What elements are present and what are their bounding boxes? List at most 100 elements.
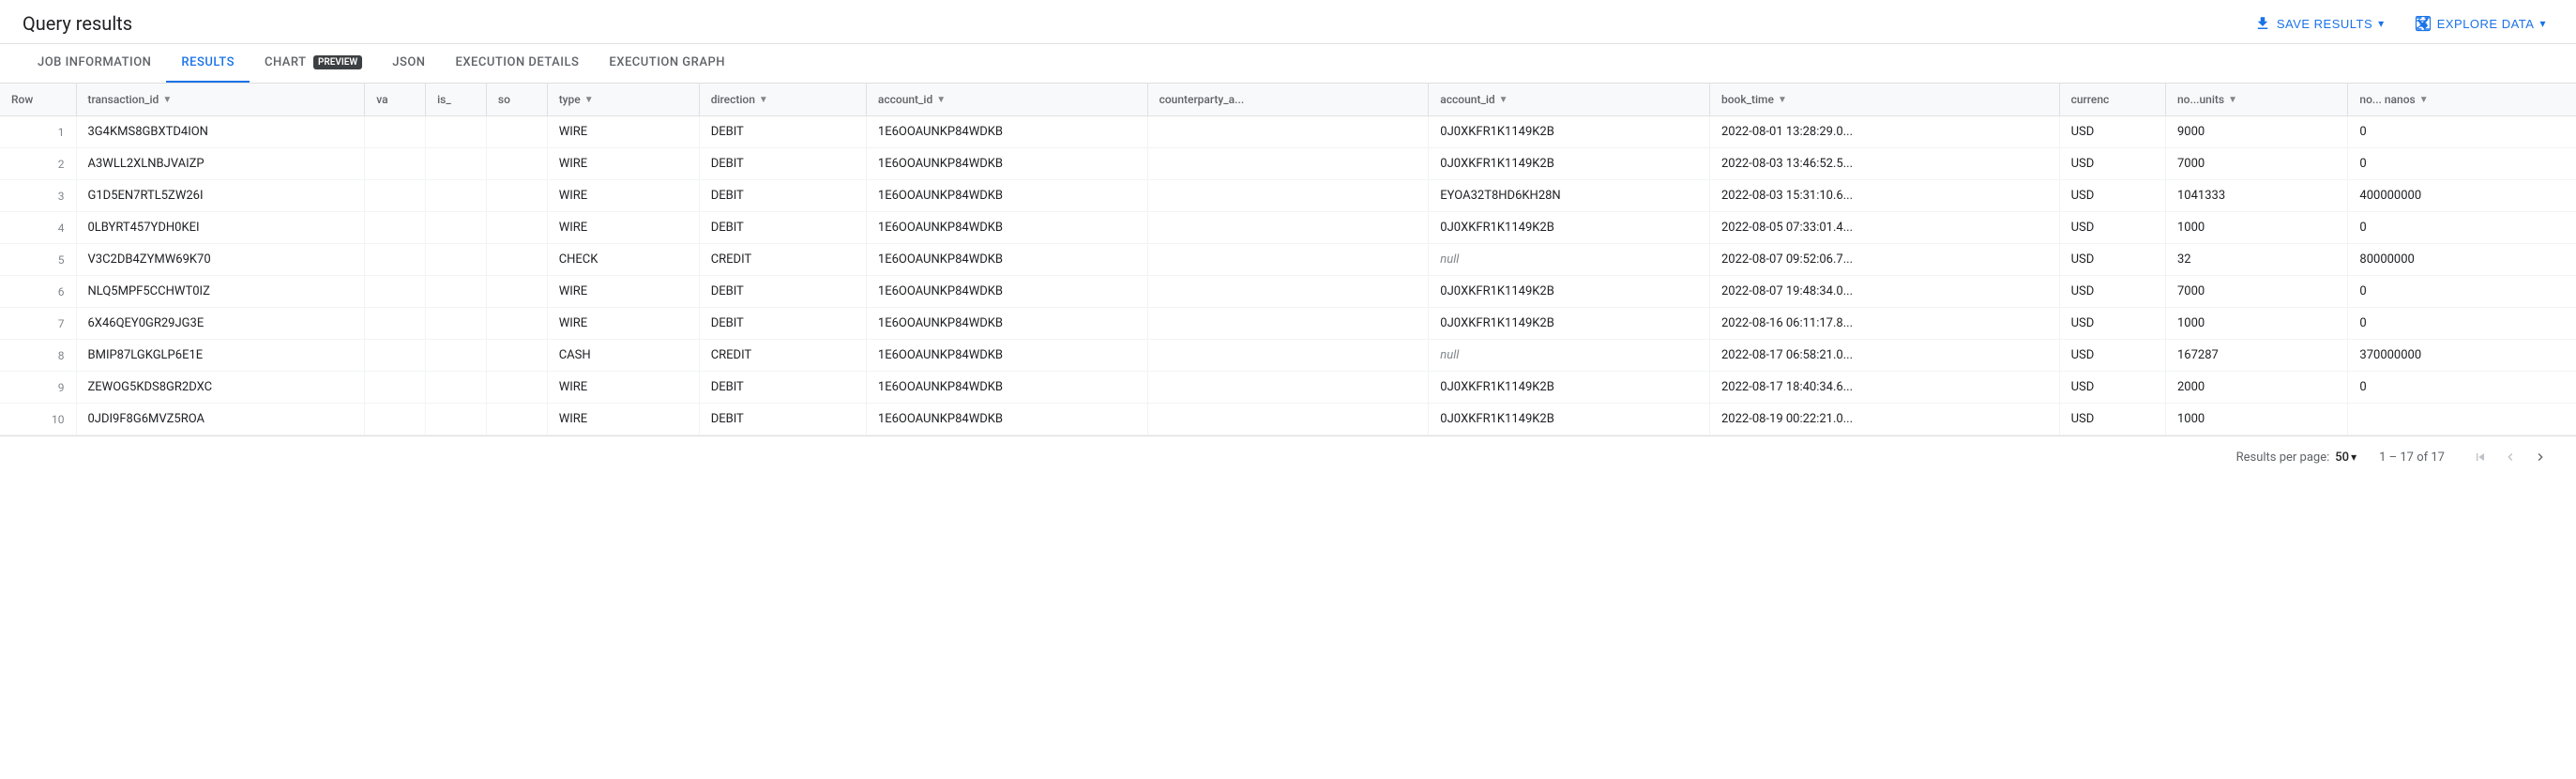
table-row: 76X46QEY0GR29JG3EWIREDEBIT1E6OOAUNKP84WD…: [0, 308, 2576, 340]
table-cell: USD: [2059, 212, 2165, 244]
explore-data-button[interactable]: EXPLORE DATA ▾: [2407, 11, 2553, 36]
table-cell: USD: [2059, 404, 2165, 435]
col-header-currency: currenc: [2059, 84, 2165, 116]
table-cell: DEBIT: [699, 148, 866, 180]
table-cell: [1147, 308, 1429, 340]
resize-handle-direction[interactable]: [862, 84, 866, 115]
tab-json[interactable]: JSON: [377, 44, 440, 83]
table-cell: USD: [2059, 308, 2165, 340]
tab-chart[interactable]: CHART PREVIEW: [250, 44, 377, 83]
table-cell: 2022-08-19 00:22:21.0...: [1710, 404, 2060, 435]
table-cell: USD: [2059, 148, 2165, 180]
col-header-cp-account-id[interactable]: account_id ▼: [1429, 84, 1710, 116]
tab-results[interactable]: RESULTS: [166, 44, 250, 83]
table-cell: [1147, 372, 1429, 404]
table-row: 2A3WLL2XLNBJVAIZPWIREDEBIT1E6OOAUNKP84WD…: [0, 148, 2576, 180]
col-header-type[interactable]: type ▼: [547, 84, 699, 116]
table-cell: [1147, 212, 1429, 244]
save-results-icon: [2254, 15, 2271, 32]
table-cell: [486, 148, 547, 180]
table-container: Row transaction_id ▼ va is_ so: [0, 84, 2576, 435]
table-cell: 1E6OOAUNKP84WDKB: [866, 372, 1147, 404]
table-row: 100JDI9F8G6MVZ5ROAWIREDEBIT1E6OOAUNKP84W…: [0, 404, 2576, 435]
resize-handle-is[interactable]: [482, 84, 486, 115]
page-header: Query results SAVE RESULTS ▾ EXPLORE DAT…: [0, 0, 2576, 44]
table-cell: 1: [0, 116, 76, 148]
table-cell: 1000: [2166, 308, 2348, 340]
table-cell: 1000: [2166, 404, 2348, 435]
tab-job-information[interactable]: JOB INFORMATION: [23, 44, 166, 83]
col-header-no-nanos[interactable]: no... nanos ▼: [2348, 84, 2576, 116]
table-cell: 1E6OOAUNKP84WDKB: [866, 404, 1147, 435]
col-header-row: Row: [0, 84, 76, 116]
table-cell: 370000000: [2348, 340, 2576, 372]
table-cell: 0J0XKFR1K1149K2B: [1429, 212, 1710, 244]
table-cell: 1041333: [2166, 180, 2348, 212]
col-header-so: so: [486, 84, 547, 116]
resize-handle-no-nanos[interactable]: [2572, 84, 2576, 115]
col-header-direction[interactable]: direction ▼: [699, 84, 866, 116]
resize-handle-account-id[interactable]: [1144, 84, 1147, 115]
col-header-account-id[interactable]: account_id ▼: [866, 84, 1147, 116]
rows-per-page: Results per page: 50 ▾: [2236, 451, 2356, 465]
table-cell: A3WLL2XLNBJVAIZP: [76, 148, 365, 180]
save-results-button[interactable]: SAVE RESULTS ▾: [2247, 11, 2392, 36]
table-row: 5V3C2DB4ZYMW69K70CHECKCREDIT1E6OOAUNKP84…: [0, 244, 2576, 276]
table-cell: DEBIT: [699, 372, 866, 404]
table-cell: [426, 308, 487, 340]
resize-handle-type[interactable]: [695, 84, 699, 115]
table-cell: DEBIT: [699, 212, 866, 244]
table-cell: [1147, 340, 1429, 372]
sort-icon-direction: ▼: [759, 95, 768, 105]
table-cell: 0: [2348, 276, 2576, 308]
table-cell: WIRE: [547, 404, 699, 435]
table-cell: V3C2DB4ZYMW69K70: [76, 244, 365, 276]
resize-handle-counterparty-a[interactable]: [1424, 84, 1428, 115]
col-header-transaction-id[interactable]: transaction_id ▼: [76, 84, 365, 116]
col-header-no-units[interactable]: no...units ▼: [2166, 84, 2348, 116]
next-page-icon: [2533, 450, 2548, 465]
table-cell: 0J0XKFR1K1149K2B: [1429, 148, 1710, 180]
table-cell: WIRE: [547, 372, 699, 404]
resize-handle-cp-account-id[interactable]: [1705, 84, 1709, 115]
results-table: Row transaction_id ▼ va is_ so: [0, 84, 2576, 435]
resize-handle-book-time[interactable]: [2055, 84, 2059, 115]
next-page-button[interactable]: [2527, 444, 2553, 470]
table-cell: 6X46QEY0GR29JG3E: [76, 308, 365, 340]
table-cell: [426, 372, 487, 404]
table-cell: 1E6OOAUNKP84WDKB: [866, 148, 1147, 180]
table-cell: [486, 180, 547, 212]
table-row: 3G1D5EN7RTL5ZW26IWIREDEBIT1E6OOAUNKP84WD…: [0, 180, 2576, 212]
table-cell: 0JDI9F8G6MVZ5ROA: [76, 404, 365, 435]
table-cell: DEBIT: [699, 276, 866, 308]
col-header-is: is_: [426, 84, 487, 116]
table-cell: 2022-08-03 15:31:10.6...: [1710, 180, 2060, 212]
resize-handle-no-units[interactable]: [2343, 84, 2347, 115]
table-cell: [365, 148, 426, 180]
table-cell: [426, 340, 487, 372]
table-cell: [486, 276, 547, 308]
first-page-button[interactable]: [2467, 444, 2493, 470]
table-cell: 0: [2348, 148, 2576, 180]
table-cell: [1147, 148, 1429, 180]
table-cell: 2022-08-03 13:46:52.5...: [1710, 148, 2060, 180]
table-cell: [365, 212, 426, 244]
table-cell: [365, 308, 426, 340]
table-footer: Results per page: 50 ▾ 1 – 17 of 17: [0, 435, 2576, 478]
table-cell: 0J0XKFR1K1149K2B: [1429, 308, 1710, 340]
prev-page-button[interactable]: [2497, 444, 2523, 470]
col-header-book-time[interactable]: book_time ▼: [1710, 84, 2060, 116]
table-cell: 1E6OOAUNKP84WDKB: [866, 212, 1147, 244]
sort-icon-type: ▼: [584, 95, 594, 105]
table-cell: [486, 308, 547, 340]
tab-execution-graph[interactable]: EXECUTION GRAPH: [594, 44, 740, 83]
tab-execution-details[interactable]: EXECUTION DETAILS: [441, 44, 595, 83]
table-cell: [1147, 244, 1429, 276]
resize-handle-transaction-id[interactable]: [360, 84, 364, 115]
table-cell: 2022-08-16 06:11:17.8...: [1710, 308, 2060, 340]
table-cell: EYOA32T8HD6KH28N: [1429, 180, 1710, 212]
rows-per-page-select[interactable]: 50 ▾: [2335, 451, 2356, 465]
resize-handle-so[interactable]: [543, 84, 547, 115]
resize-handle-currency[interactable]: [2161, 84, 2165, 115]
resize-handle-va[interactable]: [421, 84, 425, 115]
